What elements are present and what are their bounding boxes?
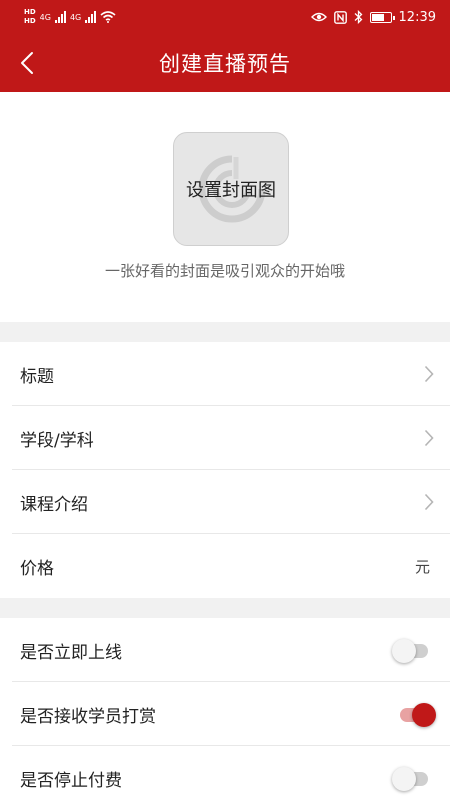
sim2-label: HD	[24, 17, 36, 25]
network-label-1: 4G	[39, 12, 51, 22]
page-title: 创建直播预告	[159, 52, 291, 76]
signal-icon-2	[85, 11, 97, 23]
back-button[interactable]	[10, 44, 44, 82]
status-right: 12:39	[310, 9, 436, 25]
setting-stop-payment-row: 是否停止付费	[0, 746, 450, 800]
set-cover-label: 设置封面图	[186, 180, 276, 201]
status-bar: HD HD 4G 4G 12:39	[0, 0, 450, 34]
course-intro-label: 课程介绍	[20, 494, 88, 515]
network-label-2: 4G	[69, 12, 82, 22]
status-left: HD HD 4G 4G	[24, 8, 116, 26]
sim-indicators: HD HD	[24, 8, 36, 26]
price-row[interactable]: 价格 元	[0, 534, 450, 598]
setting-online-label: 是否立即上线	[20, 642, 122, 663]
status-time: 12:39	[398, 9, 436, 25]
online-toggle[interactable]	[392, 638, 436, 663]
sim1-label: HD	[24, 8, 36, 16]
chevron-left-icon	[21, 52, 33, 74]
chevron-right-icon	[422, 428, 436, 448]
setting-reward-row: 是否接收学员打赏	[0, 682, 450, 746]
signal-icon	[54, 11, 66, 23]
setting-online-row: 是否立即上线	[0, 618, 450, 682]
stop-payment-toggle[interactable]	[392, 766, 436, 791]
set-cover-button[interactable]: 设置封面图	[173, 132, 289, 246]
title-row[interactable]: 标题	[0, 342, 450, 406]
cover-section: 设置封面图 一张好看的封面是吸引观众的开始哦	[0, 92, 450, 322]
bluetooth-icon	[354, 10, 362, 24]
wifi-icon	[100, 11, 116, 23]
reward-toggle[interactable]	[392, 702, 436, 727]
course-intro-row[interactable]: 课程介绍	[0, 470, 450, 534]
nfc-icon	[333, 10, 347, 24]
chevron-right-icon	[422, 364, 436, 384]
app-header: 创建直播预告	[0, 34, 450, 92]
title-label: 标题	[20, 366, 54, 387]
eye-icon	[310, 12, 327, 22]
grade-subject-row[interactable]: 学段/学科	[0, 406, 450, 470]
chevron-right-icon	[422, 492, 436, 512]
section-divider	[0, 598, 450, 618]
section-divider	[0, 322, 450, 342]
grade-subject-label: 学段/学科	[20, 430, 94, 451]
setting-reward-label: 是否接收学员打赏	[20, 706, 156, 727]
price-unit: 元	[414, 557, 430, 576]
price-label: 价格	[20, 558, 54, 579]
cover-hint: 一张好看的封面是吸引观众的开始哦	[104, 262, 345, 280]
setting-stop-payment-label: 是否停止付费	[20, 770, 122, 791]
battery-icon	[369, 11, 395, 23]
